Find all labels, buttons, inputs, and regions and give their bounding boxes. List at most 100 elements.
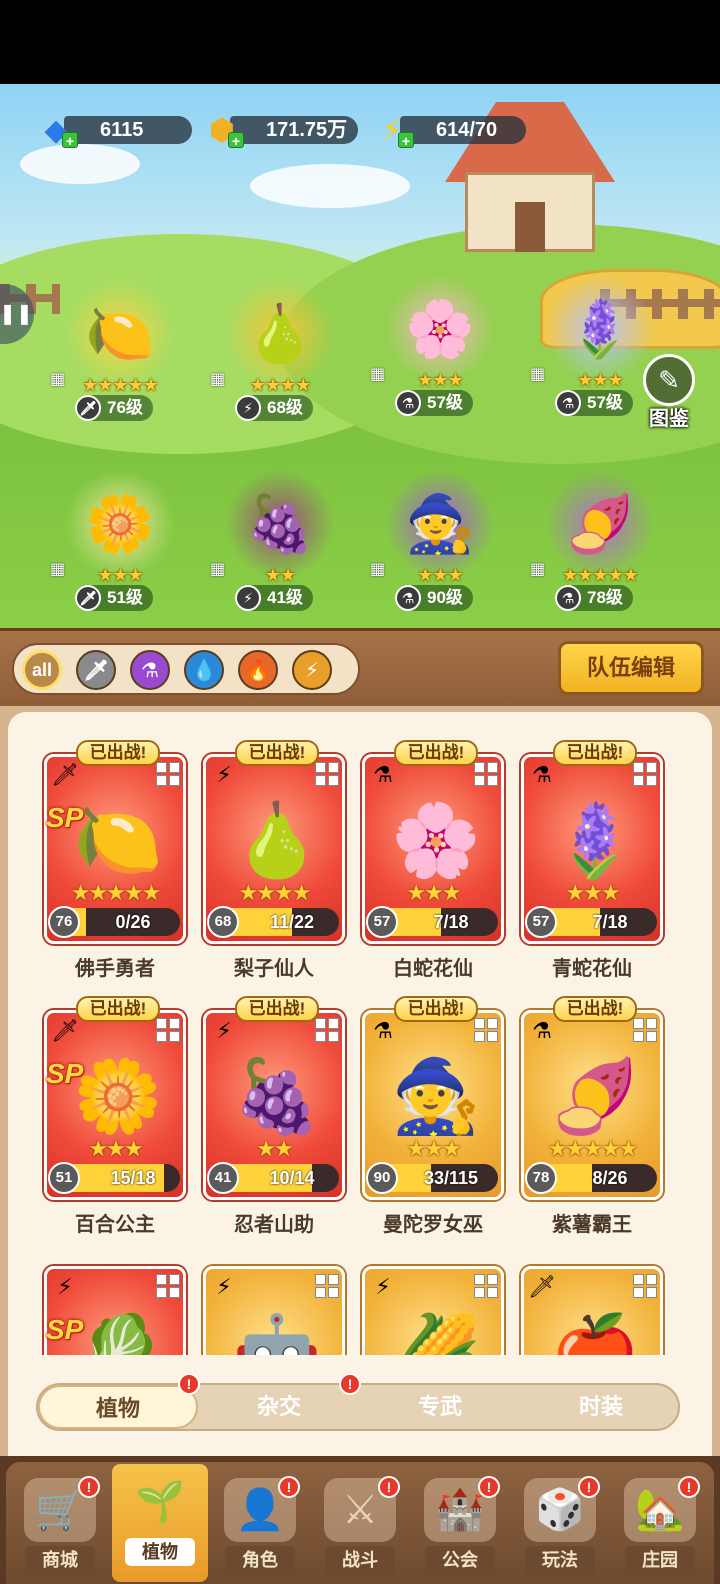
plant-card[interactable]: 🌸 已出战! ⚗ ★★★ 7/18 57 白蛇花仙 — [362, 740, 504, 980]
plant-card[interactable]: 🍐 已出战! ⚡ ★★★★ 11/22 68 梨子仙人 — [203, 740, 345, 980]
unit-stars: ★★★ — [577, 370, 623, 390]
diamond-counter[interactable]: 6115 ◆ + — [34, 110, 194, 150]
element-filters: all 🗡 ⚗ 💧 🔥 ⚡ — [12, 643, 360, 695]
add-diamond-button[interactable]: + — [62, 132, 78, 149]
team-unit[interactable]: 🍠 ▦ ★★★★★ ⚗ 78级 — [525, 469, 675, 629]
unit-stars: ★★★★★ — [562, 565, 639, 585]
unit-level: ⚗ 90级 — [395, 585, 473, 611]
nav-label: 庄园 — [625, 1546, 695, 1574]
deployed-badge: 已出战! — [394, 996, 478, 1022]
deployed-badge: 已出战! — [553, 740, 637, 766]
plant-portrait: 🍇 — [232, 1056, 322, 1137]
formation-icon — [315, 1018, 339, 1042]
team-unit[interactable]: 🍇 ▦ ★★ ⚡ 41级 — [205, 469, 355, 629]
nav-manor[interactable]: 🏡 庄园! — [612, 1472, 708, 1582]
formation-icon — [156, 762, 180, 786]
plant-type-icon: ⚗ — [373, 762, 393, 787]
filter-sword-button[interactable]: 🗡 — [76, 650, 116, 690]
nav-battle[interactable]: ⚔ 战斗! — [312, 1472, 408, 1582]
lightning-icon: ⚡ — [235, 395, 261, 421]
tab-1[interactable]: 杂交 — [199, 1385, 359, 1429]
sword-icon: 🗡 — [75, 395, 101, 421]
tab-3[interactable]: 时装 — [521, 1385, 681, 1429]
potion-icon: ⚗ — [395, 585, 421, 611]
filter-water-button[interactable]: 💧 — [184, 650, 224, 690]
deployed-badge: 已出战! — [394, 740, 478, 766]
team-unit[interactable]: 🌸 ▦ ★★★ ⚗ 57级 — [365, 274, 515, 434]
unit-level: ⚡ 68级 — [235, 395, 313, 421]
plant-card[interactable]: 🍇 已出战! ⚡ ★★ 10/14 41 忍者山助 — [203, 996, 345, 1236]
plant-card[interactable]: 🍠 已出战! ⚗ ★★★★★ 8/26 78 紫薯霸王 — [521, 996, 663, 1236]
plant-card[interactable]: 🧙 已出战! ⚗ ★★★ 33/115 90 曼陀罗女巫 — [362, 996, 504, 1236]
card-stars: ★★★ — [88, 1136, 143, 1161]
filter-all-button[interactable]: all — [22, 650, 62, 690]
unit-sprite: 🍠 — [545, 469, 655, 579]
add-gold-button[interactable]: + — [228, 132, 244, 149]
resource-bar: 6115 ◆ + 171.75万 ⬢ + 614/70 ⚡ + — [0, 110, 720, 154]
notification-badge: ! — [278, 1476, 300, 1498]
filter-bar: all 🗡 ⚗ 💧 🔥 ⚡ 队伍编辑 — [0, 628, 720, 708]
formation-icon — [156, 1018, 180, 1042]
filter-fire-button[interactable]: 🔥 — [238, 650, 278, 690]
card-stars: ★★★ — [406, 1136, 461, 1161]
team-edit-button[interactable]: 队伍编辑 — [558, 641, 704, 695]
unit-level: ⚗ 78级 — [555, 585, 633, 611]
plant-icon: 🌱 — [135, 1480, 185, 1524]
plant-name: 紫薯霸王 — [552, 1214, 632, 1236]
card-level: 41 — [207, 1162, 239, 1194]
nav-label: 商城 — [25, 1546, 95, 1574]
nav-plant[interactable]: 🌱 植物 — [112, 1464, 208, 1582]
plant-card[interactable]: 🌽 ⚡ — [362, 1266, 504, 1355]
card-stars: ★★ — [256, 1136, 293, 1161]
card-stars: ★★★ — [406, 880, 461, 905]
plant-type-icon: 🗡 — [51, 762, 79, 787]
team-unit[interactable]: 🪻 ▦ ★★★ ⚗ 57级 — [525, 274, 675, 434]
notification-badge: ! — [378, 1476, 400, 1498]
card-stars: ★★★★★ — [70, 880, 162, 905]
sp-badge: SP — [46, 802, 84, 833]
gold-counter[interactable]: 171.75万 ⬢ + — [200, 110, 360, 150]
team-unit[interactable]: 🧙 ▦ ★★★ ⚗ 90级 — [365, 469, 515, 629]
shard-progress-text: 7/18 — [592, 912, 628, 932]
potion-icon: ⚗ — [555, 390, 581, 416]
shard-progress-text: 7/18 — [433, 912, 469, 932]
team-unit[interactable]: 🍋 ▦ ★★★★★ 🗡 76级 — [45, 279, 195, 439]
shard-progress-text: 0/26 — [115, 912, 151, 932]
unit-sprite: 🍋 — [65, 279, 175, 389]
sp-badge: SP — [46, 1058, 84, 1089]
unit-level: 🗡 76级 — [75, 395, 153, 421]
nav-label: 植物 — [125, 1538, 195, 1566]
unit-stars: ★★★ — [417, 565, 463, 585]
plant-type-icon: ⚡ — [375, 1274, 391, 1299]
nav-gameplay[interactable]: 🎲 玩法! — [512, 1472, 608, 1582]
formation-icon — [315, 762, 339, 786]
nav-guild[interactable]: 🏰 公会! — [412, 1472, 508, 1582]
unit-sprite: 🍇 — [225, 469, 335, 579]
filter-lightning-button[interactable]: ⚡ — [292, 650, 332, 690]
unit-stars: ★★★★★ — [82, 375, 159, 395]
plant-portrait: 🍐 — [232, 800, 322, 881]
nav-character[interactable]: 👤 角色! — [212, 1472, 308, 1582]
unit-level: ⚡ 41级 — [235, 585, 313, 611]
plant-card-grid[interactable]: 🍋 已出战! 🗡 SP ★★★★★ 0/26 76 佛手勇者 🍐 已出战! ⚡ ★★★★ 11/22 68… — [8, 712, 712, 1355]
plant-card[interactable]: 🪻 已出战! ⚗ ★★★ 7/18 57 青蛇花仙 — [521, 740, 663, 980]
unit-level-text: 78级 — [587, 588, 623, 607]
tab-0[interactable]: 植物 — [38, 1385, 198, 1429]
plant-card[interactable]: 🌼 已出战! 🗡 SP ★★★ 15/18 51 百合公主 — [44, 996, 186, 1236]
tab-2[interactable]: 专武 — [360, 1385, 520, 1429]
filter-potion-button[interactable]: ⚗ — [130, 650, 170, 690]
nav-shop[interactable]: 🛒 商城! — [12, 1472, 108, 1582]
unit-level-text: 51级 — [107, 588, 143, 607]
team-unit[interactable]: 🍐 ▦ ★★★★ ⚡ 68级 — [205, 279, 355, 439]
formation-icon — [633, 1018, 657, 1042]
team-unit[interactable]: 🌼 ▦ ★★★ 🗡 51级 — [45, 469, 195, 629]
unit-stars: ★★★ — [97, 565, 143, 585]
unit-stars: ★★ — [264, 565, 296, 585]
plant-card[interactable]: 🥬 ⚡ SP — [44, 1266, 186, 1355]
energy-counter[interactable]: 614/70 ⚡ + — [370, 110, 530, 150]
add-energy-button[interactable]: + — [398, 132, 414, 149]
deployed-badge: 已出战! — [235, 740, 319, 766]
plant-card[interactable]: 🍋 已出战! 🗡 SP ★★★★★ 0/26 76 佛手勇者 — [44, 740, 186, 980]
plant-card[interactable]: 🍎 🗡 — [521, 1266, 663, 1355]
plant-card[interactable]: 🤖 ⚡ — [203, 1266, 345, 1355]
